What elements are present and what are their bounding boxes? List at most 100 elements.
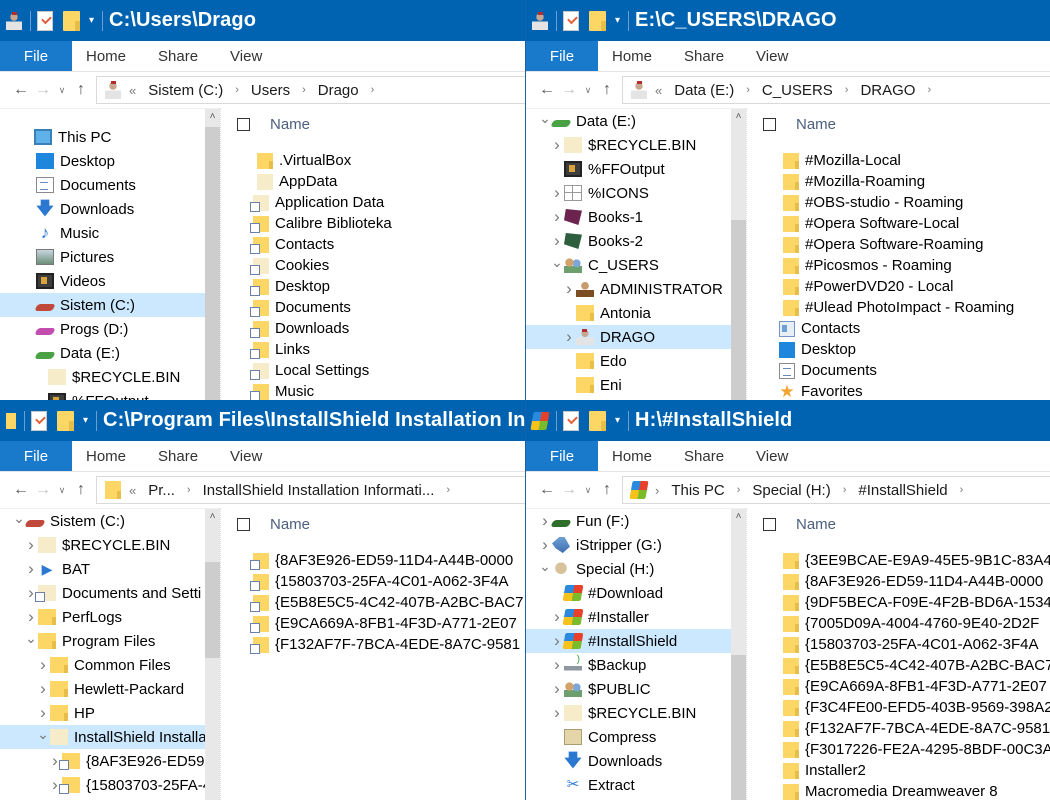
file-list-item[interactable]: Downloads [250, 318, 349, 339]
breadcrumb-item[interactable]: InstallShield Installation Informati... [203, 482, 435, 499]
file-list-item[interactable]: .VirtualBox [257, 150, 351, 171]
nav-pane-scrollbar[interactable]: ˄ [731, 108, 746, 400]
tab-view[interactable]: View [214, 41, 278, 71]
select-all-checkbox[interactable] [237, 118, 250, 131]
file-list-item[interactable]: {F3017226-FE2A-4295-8BDF-00C3A [783, 739, 1050, 760]
recent-locations-dropdown[interactable]: ∨ [54, 485, 70, 496]
breadcrumb-chevron-icon[interactable]: › [960, 484, 964, 496]
expand-chevron-icon[interactable]: › [36, 679, 50, 699]
breadcrumb-chevron-icon[interactable]: › [302, 84, 306, 96]
tree-item[interactable]: ⌄ InstallShield Installa [0, 725, 205, 749]
file-list-item[interactable]: Documents [779, 360, 877, 381]
column-header-name[interactable]: Name [796, 116, 836, 133]
tree-item[interactable]: › {15803703-25FA-4 [0, 773, 205, 797]
tree-item[interactable]: Compress [526, 725, 731, 749]
select-all-checkbox[interactable] [237, 518, 250, 531]
tab-file[interactable]: File [0, 41, 72, 71]
file-list-item[interactable]: {8AF3E926-ED59-11D4-A44B-0000 [783, 571, 1043, 592]
tree-item[interactable]: › ADMINISTRATOR [526, 277, 731, 301]
expand-chevron-icon[interactable]: › [550, 207, 564, 227]
tree-item[interactable]: › $RECYCLE.BIN [526, 133, 731, 157]
tree-item[interactable]: Videos [0, 269, 205, 293]
file-list-item[interactable]: Contacts [779, 318, 860, 339]
scrollbar-thumb[interactable] [205, 562, 220, 658]
breadcrumb-chevron-icon[interactable]: › [371, 84, 375, 96]
up-button[interactable]: ↑ [70, 481, 92, 499]
breadcrumb-item[interactable]: Special (H:) [752, 482, 830, 499]
file-list-item[interactable]: #Picosmos - Roaming [783, 255, 952, 276]
nav-pane-scrollbar[interactable]: ˄ [731, 508, 746, 800]
file-list-item[interactable]: {8AF3E926-ED59-11D4-A44B-0000 [250, 550, 513, 571]
back-button[interactable]: ← [536, 481, 558, 499]
tree-item[interactable]: › $Backup [526, 653, 731, 677]
expand-chevron-icon[interactable]: › [550, 183, 564, 203]
breadcrumb-item[interactable]: This PC [671, 482, 724, 499]
file-list-item[interactable]: Local Settings [250, 360, 369, 381]
file-list-item[interactable]: #Mozilla-Roaming [783, 171, 925, 192]
breadcrumb-item[interactable]: C_USERS [762, 82, 833, 99]
new-folder-icon[interactable] [63, 10, 80, 31]
forward-button[interactable]: → [32, 81, 54, 99]
tree-item[interactable]: › {8AF3E926-ED59- [0, 749, 205, 773]
file-list-item[interactable]: {E9CA669A-8FB1-4F3D-A771-2E07 [783, 676, 1047, 697]
tree-item[interactable]: › %ICONS [526, 181, 731, 205]
file-list-item[interactable]: {F3C4FE00-EFD5-403B-9569-398A2 [783, 697, 1050, 718]
tree-item[interactable]: › Books-2 [526, 229, 731, 253]
tree-item[interactable]: › iStripper (G:) [526, 533, 731, 557]
breadcrumb-chevron-icon[interactable]: › [746, 84, 750, 96]
address-overflow-chevron[interactable]: « [129, 83, 136, 98]
tab-share[interactable]: Share [668, 441, 740, 471]
tree-item[interactable]: › $RECYCLE.BIN [526, 701, 731, 725]
expand-chevron-icon[interactable]: › [550, 655, 564, 675]
tab-file[interactable]: File [0, 441, 72, 471]
properties-icon[interactable] [37, 10, 53, 31]
file-list-item[interactable]: Desktop [250, 276, 330, 297]
breadcrumb-item[interactable]: Users [251, 82, 290, 99]
tab-share[interactable]: Share [142, 41, 214, 71]
tab-home[interactable]: Home [598, 41, 668, 71]
address-bar[interactable]: « Pr... › InstallShield Installation Inform… [96, 476, 525, 504]
breadcrumb-chevron-icon[interactable]: › [187, 484, 191, 496]
tree-item[interactable]: ✂ Extract [526, 773, 731, 797]
file-list-item[interactable]: Music [250, 381, 314, 400]
breadcrumb-item[interactable]: Data (E:) [674, 82, 734, 99]
tree-item[interactable]: ⌄ C_USERS [526, 253, 731, 277]
tree-item[interactable]: Pictures [0, 245, 205, 269]
file-list-item[interactable]: #Opera Software-Local [783, 213, 959, 234]
tree-item[interactable]: › Books-1 [526, 205, 731, 229]
file-list-item[interactable]: Cookies [250, 255, 329, 276]
file-list-item[interactable]: #Mozilla-Local [783, 150, 901, 171]
file-list-item[interactable]: ★ Favorites [779, 381, 862, 401]
tab-view[interactable]: View [214, 441, 278, 471]
breadcrumb-item[interactable]: Drago [318, 82, 359, 99]
breadcrumb-item[interactable]: #InstallShield [858, 482, 947, 499]
tree-item[interactable]: › ▶ BAT [0, 557, 205, 581]
select-all-checkbox[interactable] [763, 118, 776, 131]
file-list-item[interactable]: Links [250, 339, 310, 360]
expand-chevron-icon[interactable]: › [24, 535, 38, 555]
customize-qat-dropdown[interactable]: ▾ [83, 415, 88, 426]
tree-item[interactable]: ⌄ Sistem (C:) [0, 509, 205, 533]
file-list-item[interactable]: #OBS-studio - Roaming [783, 192, 963, 213]
expand-chevron-icon[interactable]: › [36, 703, 50, 723]
nav-pane-scrollbar[interactable]: ˄ [205, 108, 220, 400]
back-button[interactable]: ← [10, 81, 32, 99]
tab-home[interactable]: Home [72, 441, 142, 471]
tree-item[interactable]: Eni [526, 373, 731, 397]
breadcrumb-chevron-icon[interactable]: › [737, 484, 741, 496]
tree-item[interactable]: Documents [0, 173, 205, 197]
tree-item[interactable]: ⌄ Program Files [0, 629, 205, 653]
file-list-item[interactable]: {3EE9BCAE-E9A9-45E5-9B1C-83A4I [783, 550, 1050, 571]
file-list-item[interactable]: {E9CA669A-8FB1-4F3D-A771-2E07 [250, 613, 517, 634]
expand-chevron-icon[interactable]: › [562, 279, 576, 299]
tree-item[interactable]: #Download [526, 581, 731, 605]
tree-item[interactable]: › #InstallShield [526, 629, 731, 653]
up-button[interactable]: ↑ [596, 81, 618, 99]
tree-item[interactable]: › Hewlett-Packard [0, 677, 205, 701]
customize-qat-dropdown[interactable]: ▾ [615, 415, 620, 426]
tree-item[interactable]: $RECYCLE.BIN [0, 365, 205, 389]
expand-chevron-icon[interactable]: › [24, 559, 38, 579]
tab-view[interactable]: View [740, 41, 804, 71]
tree-item[interactable]: ⌄ Special (H:) [526, 557, 731, 581]
tree-item[interactable]: › Common Files [0, 653, 205, 677]
